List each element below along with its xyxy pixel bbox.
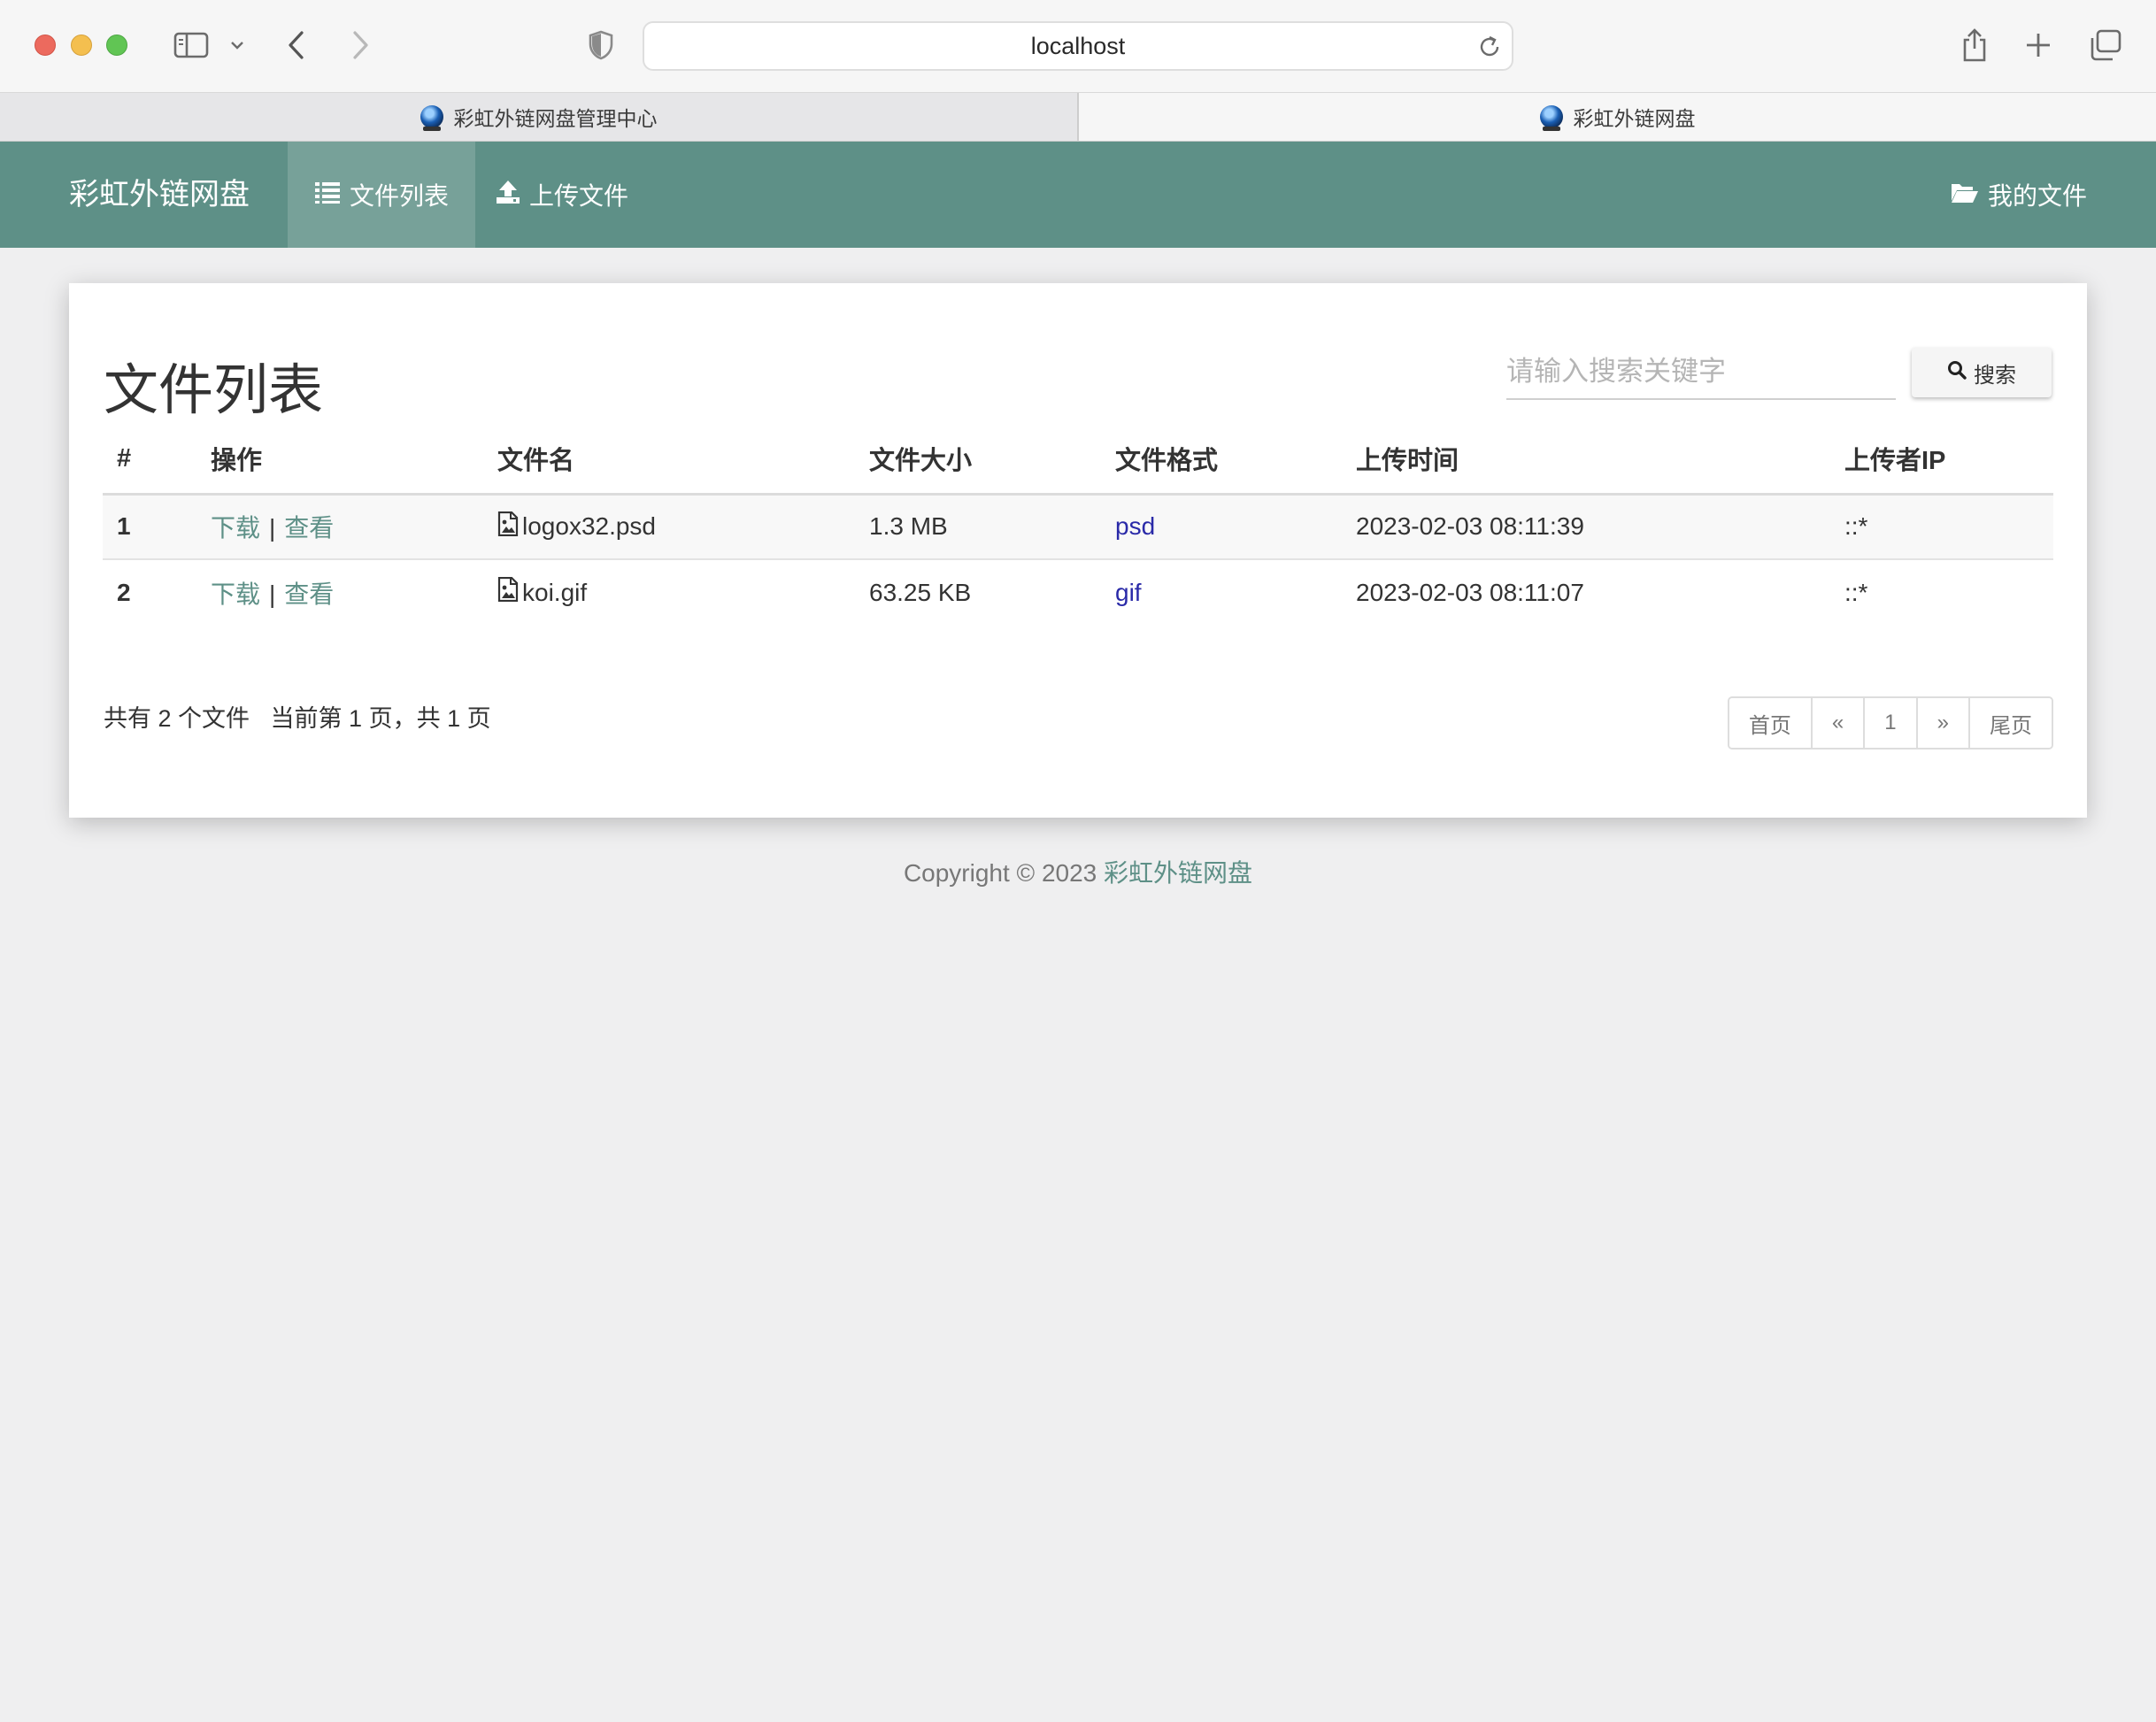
- tab-bar: 彩虹外链网盘管理中心 彩虹外链网盘: [0, 93, 2156, 142]
- list-icon: [314, 181, 341, 210]
- footer-brand-link[interactable]: 彩虹外链网盘: [1104, 859, 1252, 887]
- brand-link[interactable]: 彩虹外链网盘: [69, 142, 250, 248]
- uploader-ip: ::*: [1830, 494, 2053, 560]
- view-link[interactable]: 查看: [284, 514, 334, 542]
- address-bar[interactable]: localhost: [643, 21, 1513, 71]
- tab-overview-icon[interactable]: [2089, 27, 2122, 64]
- zoom-window-button[interactable]: [106, 35, 127, 56]
- minimize-window-button[interactable]: [71, 35, 92, 56]
- uploader-ip: ::*: [1844, 578, 1868, 606]
- column-header: 文件格式: [1101, 425, 1342, 496]
- image-file-icon: [497, 576, 519, 608]
- upload-icon: [496, 180, 520, 211]
- nav-my-files-label: 我的文件: [1987, 182, 2087, 210]
- pagination: 首页 « 1 » 尾页: [1727, 696, 2053, 750]
- upload-time: 2023-02-03 08:11:39: [1342, 494, 1830, 560]
- nav-upload-file[interactable]: 上传文件: [469, 142, 655, 248]
- column-header: 上传时间: [1342, 425, 1830, 496]
- file-size: 1.3 MB: [855, 494, 1101, 560]
- file-name: logox32.psd: [522, 512, 657, 541]
- row-filename-cell: koi.gif: [483, 559, 855, 625]
- search-input[interactable]: [1506, 345, 1896, 400]
- upload-time: 2023-02-03 08:11:07: [1356, 578, 1584, 606]
- file-summary: 共有 2 个文件 当前第 1 页，共 1 页: [104, 699, 491, 734]
- file-name: koi.gif: [522, 578, 588, 606]
- first-page-button[interactable]: 首页: [1729, 698, 1811, 748]
- column-header: 文件大小: [855, 425, 1101, 496]
- close-window-button[interactable]: [35, 35, 56, 56]
- row-filename-cell: logox32.psd: [483, 494, 855, 560]
- file-size: 63.25 KB: [869, 578, 972, 606]
- table-row: 1 下载 | 查看 logox32.psd 1.3 MB psd 2023-02-0…: [103, 494, 2053, 560]
- row-actions: 下载 | 查看: [196, 559, 483, 625]
- chevron-down-icon[interactable]: [227, 27, 248, 64]
- copyright-text: Copyright © 2023: [903, 859, 1105, 887]
- column-header: 文件名: [483, 425, 855, 496]
- file-format-link[interactable]: psd: [1115, 512, 1155, 540]
- action-separator: |: [269, 514, 276, 542]
- share-icon[interactable]: [1960, 27, 1990, 64]
- globe-favicon-icon: [1539, 105, 1563, 131]
- address-text: localhost: [1030, 32, 1126, 59]
- page-1-button[interactable]: 1: [1863, 698, 1916, 748]
- column-header: 上传者IP: [1830, 425, 2053, 496]
- row-actions: 下载 | 查看: [196, 494, 483, 560]
- column-header: 操作: [196, 425, 483, 496]
- nav-file-list[interactable]: 文件列表: [288, 142, 476, 248]
- browser-toolbar: localhost: [0, 0, 2156, 93]
- table-row: 2 下载 | 查看 koi.gif 63.25 KB gif 2023-02-03 …: [103, 559, 2053, 625]
- search-button-label: 搜索: [1974, 363, 2016, 388]
- action-separator: |: [269, 580, 276, 608]
- search-icon: [1947, 360, 1967, 386]
- privacy-shield-icon[interactable]: [586, 27, 616, 64]
- column-header: #: [103, 425, 196, 496]
- site-navbar: 彩虹外链网盘 文件列表 上传文件 我的文件: [0, 142, 2156, 248]
- prev-page-button[interactable]: «: [1810, 698, 1864, 748]
- download-link[interactable]: 下载: [211, 580, 260, 608]
- new-tab-icon[interactable]: [2023, 27, 2053, 64]
- next-page-button[interactable]: »: [1915, 698, 1968, 748]
- forward-icon[interactable]: [347, 27, 373, 64]
- file-count-text: 共有 2 个文件: [104, 705, 250, 732]
- globe-favicon-icon: [420, 105, 443, 131]
- table-header-row: # 操作 文件名 文件大小 文件格式 上传时间 上传者IP: [103, 425, 2053, 496]
- nav-my-files[interactable]: 我的文件: [1951, 142, 2087, 248]
- page-info-text: 当前第 1 页，共 1 页: [270, 705, 491, 732]
- sidebar-toggle-icon[interactable]: [170, 27, 212, 64]
- page-title: 文件列表: [104, 360, 324, 421]
- tab-admin-center[interactable]: 彩虹外链网盘管理中心: [0, 93, 1079, 141]
- nav-file-list-label: 文件列表: [350, 182, 450, 210]
- row-index: 1: [103, 494, 196, 560]
- tab-label: 彩虹外链网盘管理中心: [453, 107, 658, 130]
- reload-icon[interactable]: [1476, 34, 1503, 66]
- file-list-panel: 文件列表 搜索 # 操作 文件名 文件大小 文件格式 上传时间 上传者IP 1: [69, 283, 2087, 818]
- tab-netdisk[interactable]: 彩虹外链网盘: [1079, 93, 2156, 141]
- folder-open-icon: [1951, 181, 1979, 210]
- nav-upload-label: 上传文件: [529, 182, 629, 210]
- download-link[interactable]: 下载: [211, 514, 260, 542]
- last-page-button[interactable]: 尾页: [1968, 698, 2052, 748]
- view-link[interactable]: 查看: [284, 580, 334, 608]
- row-index: 2: [117, 578, 131, 606]
- file-format-link[interactable]: gif: [1115, 579, 1142, 606]
- back-icon[interactable]: [283, 27, 310, 64]
- tab-label: 彩虹外链网盘: [1573, 107, 1696, 130]
- search-button[interactable]: 搜索: [1912, 348, 2052, 397]
- file-table: # 操作 文件名 文件大小 文件格式 上传时间 上传者IP 1 下载 | 查看: [103, 425, 2053, 625]
- image-file-icon: [497, 511, 519, 542]
- footer: Copyright © 2023 彩虹外链网盘: [0, 854, 2156, 889]
